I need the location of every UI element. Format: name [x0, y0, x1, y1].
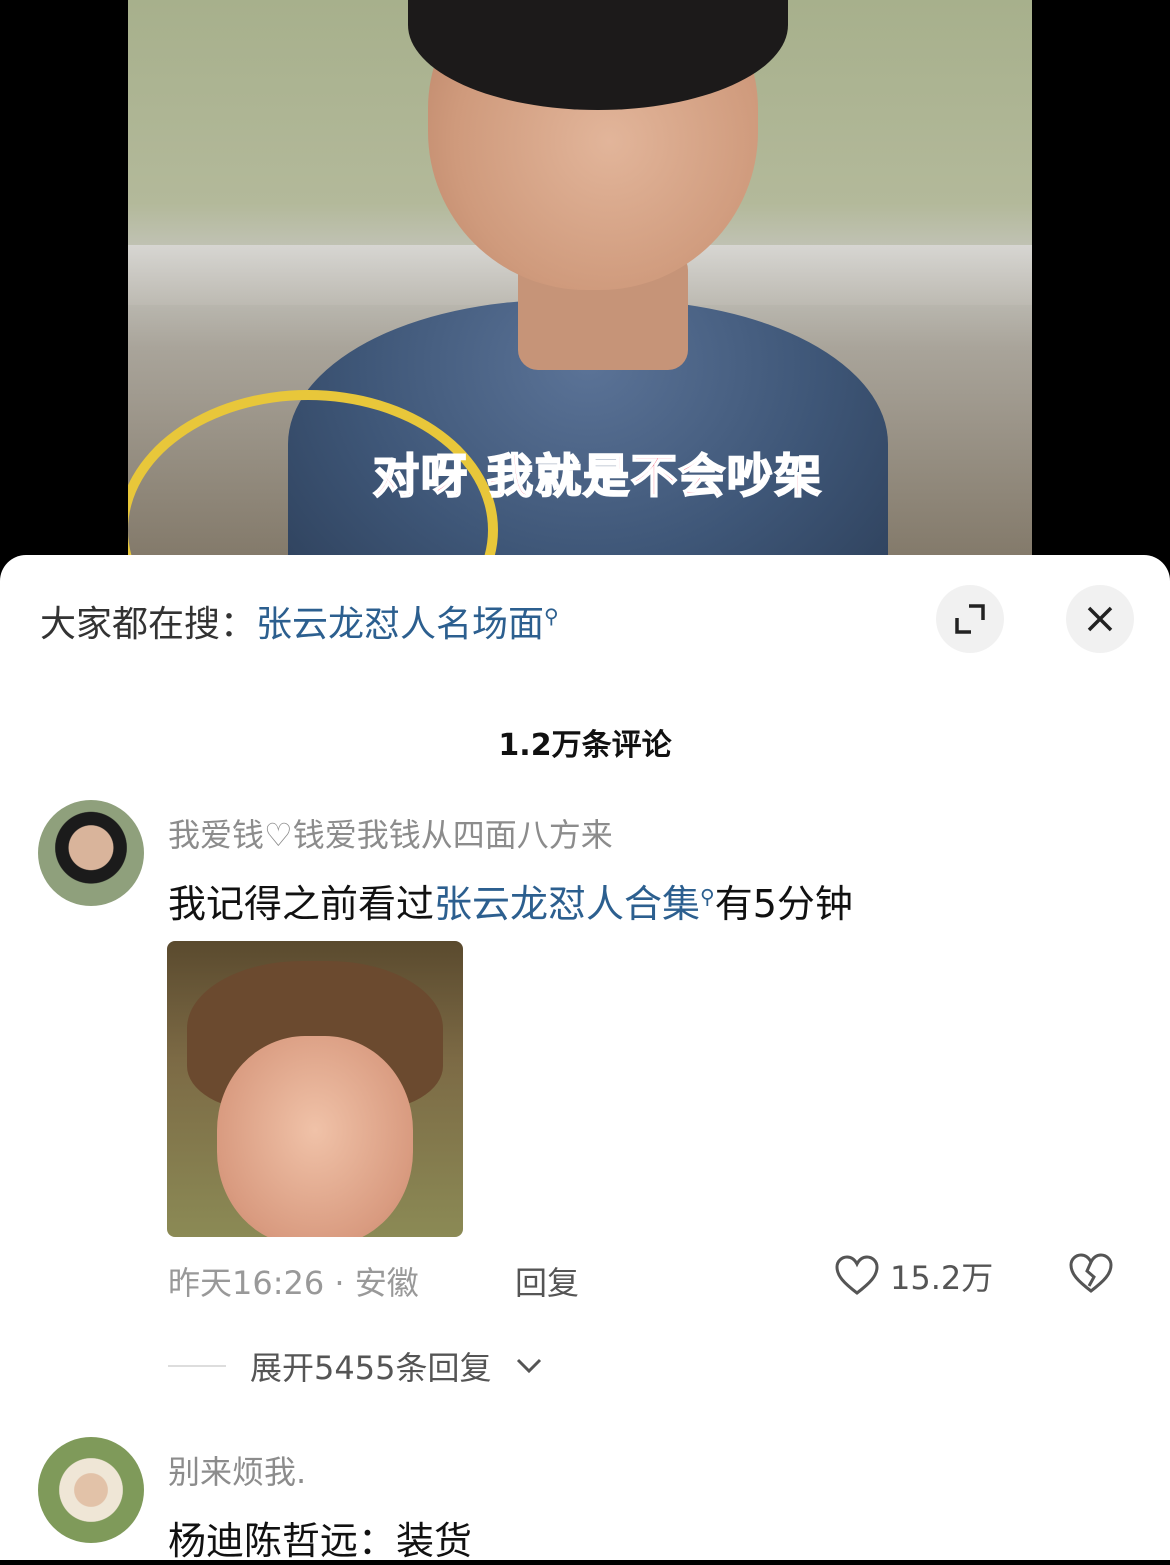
- comment-image[interactable]: [167, 941, 463, 1237]
- trending-search-prefix: 大家都在搜：: [40, 604, 257, 645]
- comment-time-location: 昨天16:26 · 安徽: [168, 1264, 419, 1302]
- magnifier-icon: ⚲: [544, 604, 559, 628]
- trending-search-keyword[interactable]: 张云龙怼人名场面: [256, 604, 544, 645]
- comment-text: 我记得之前看过张云龙怼人合集⚲有5分钟: [168, 873, 853, 928]
- like-button[interactable]: 15.2万: [834, 1253, 993, 1299]
- comment-username[interactable]: 别来烦我.: [168, 1447, 306, 1493]
- chevron-down-icon: [517, 1358, 542, 1374]
- comment-text: 杨迪陈哲远：装货: [168, 1519, 473, 1563]
- expand-replies-label: 展开5455条回复: [250, 1349, 492, 1387]
- comment-sheet: 大家都在搜：张云龙怼人名场面⚲ 1.2万条评论 我爱钱♡钱爱我钱从四面八方来 我…: [0, 555, 1170, 1563]
- avatar[interactable]: [38, 800, 144, 906]
- dislike-button[interactable]: [1068, 1253, 1114, 1299]
- like-count: 15.2万: [890, 1259, 994, 1297]
- video-frame: 对呀 我就是不会吵架: [128, 0, 1032, 580]
- trending-search[interactable]: 大家都在搜：张云龙怼人名场面⚲: [40, 595, 559, 647]
- expand-icon: [955, 604, 985, 634]
- expand-button[interactable]: [936, 585, 1004, 653]
- close-icon: [1087, 606, 1113, 632]
- comment-username[interactable]: 我爱钱♡钱爱我钱从四面八方来: [168, 810, 613, 856]
- comment-text-before: 我记得之前看过: [168, 882, 435, 926]
- broken-heart-icon: [1069, 1253, 1113, 1293]
- divider-line: [168, 1365, 226, 1367]
- video-player[interactable]: 对呀 我就是不会吵架: [0, 0, 1170, 580]
- heart-icon: [835, 1255, 879, 1295]
- close-button[interactable]: [1066, 585, 1134, 653]
- reply-button[interactable]: 回复: [515, 1258, 579, 1304]
- expand-replies-button[interactable]: 展开5455条回复: [168, 1343, 543, 1389]
- avatar[interactable]: [38, 1437, 144, 1543]
- comment-text-after: 有5分钟: [714, 882, 853, 926]
- comment-keyword-link[interactable]: 张云龙怼人合集: [434, 882, 700, 926]
- comments-count: 1.2万条评论: [498, 728, 672, 763]
- video-subtitle: 对呀 我就是不会吵架: [372, 448, 823, 504]
- magnifier-icon: ⚲: [700, 884, 715, 909]
- image-face: [217, 1036, 413, 1237]
